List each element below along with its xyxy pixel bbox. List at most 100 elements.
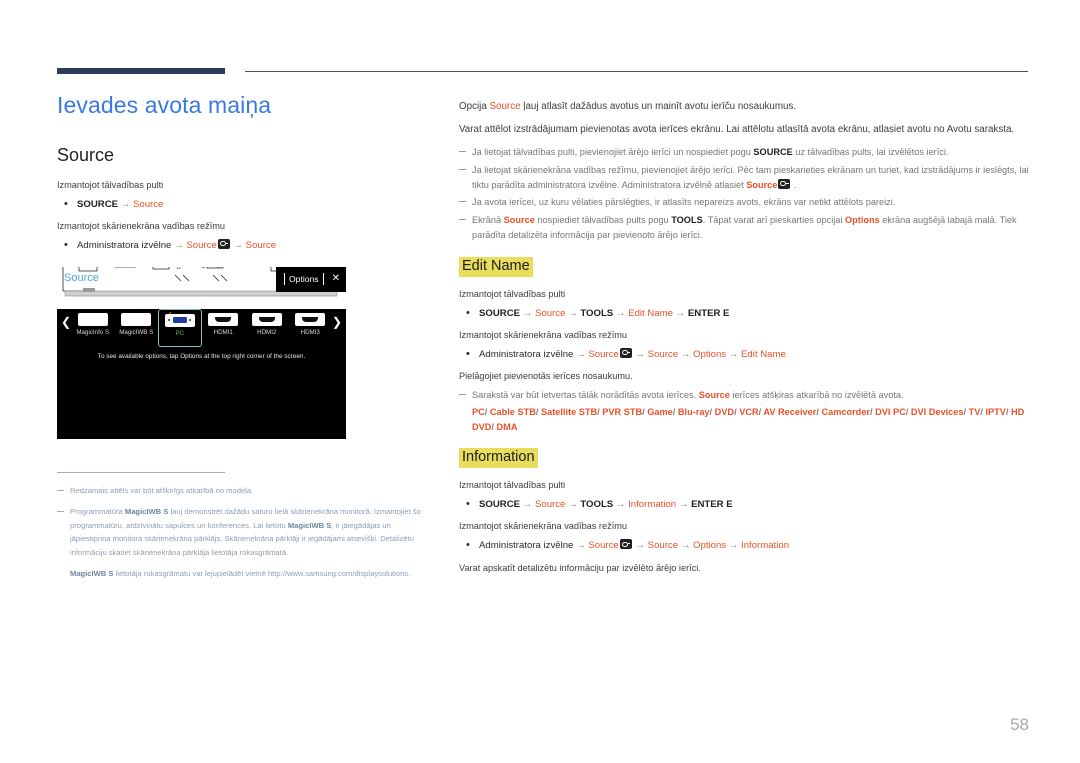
source-item-hdmi1[interactable]: HDMI1 — [202, 309, 246, 347]
device-name: PC — [472, 406, 485, 417]
information-touch-path-item: Administratora izvēlne → Source → Source… — [459, 537, 1029, 554]
device-name: DVI PC — [875, 406, 906, 417]
slash-sep: / — [734, 406, 737, 417]
path-step-source-1: Source — [186, 239, 217, 251]
page-number: 58 — [1010, 715, 1029, 734]
path-step-3: TOOLS — [580, 307, 614, 319]
footnote-item: Programmatūra MagicIWB S ļauj demonstrēt… — [57, 505, 432, 581]
source-screen-label: Source — [64, 271, 99, 284]
hdmi-port-icon — [208, 312, 239, 326]
chevron-right-icon[interactable]: ❯ — [332, 316, 342, 328]
path-step-5: Information — [741, 540, 790, 552]
arrow-icon: → — [120, 198, 131, 210]
source-item-hdmi2[interactable]: HDMI2 — [245, 309, 289, 347]
left-touch-label: Izmantojot skārienekrāna vadības režīmu — [57, 221, 226, 232]
left-remote-path-item: SOURCE → Source — [57, 196, 432, 213]
intro-paragraph-1: Opcija Source ļauj atlasīt dažādus avotu… — [459, 99, 1029, 115]
slash-sep: / — [869, 406, 873, 417]
left-remote-path-list: SOURCE → Source — [57, 196, 432, 213]
note-term-source: Source — [698, 390, 730, 401]
footnote-divider — [57, 471, 225, 473]
device-name: VCR — [739, 406, 759, 417]
header-rule-thick — [57, 68, 225, 74]
path-step-1: SOURCE — [479, 307, 521, 319]
arrow-icon: → — [635, 348, 645, 360]
source-item-magicinfo-s[interactable]: MagicInfo S — [71, 309, 115, 347]
slash-sep: / — [816, 406, 819, 417]
close-icon[interactable]: ✕ — [332, 274, 340, 284]
arrow-icon: → — [522, 498, 533, 510]
footnote-list: Redzamais attēls var būt atšķirīgs atkar… — [57, 484, 432, 581]
intro-note-item: Ja avota ierīcei, uz kuru vēlaties pārsl… — [459, 195, 1029, 210]
source-screen-preview-panel: D + -D Source Options ✕ — [57, 266, 346, 309]
source-item-magiciwb-s[interactable]: MagicIWB S — [115, 309, 159, 347]
device-name: DMA — [496, 421, 518, 432]
path-step-4: Information — [628, 498, 677, 510]
slash-sep: / — [1005, 406, 1009, 417]
section-edit-name: Edit Name Izmantojot tālvadības pulti SO… — [459, 257, 1029, 434]
slash-sep: / — [905, 406, 909, 417]
intro-p1-before: Opcija — [459, 101, 490, 112]
path-step-1: SOURCE — [479, 498, 521, 510]
footnote-item: Redzamais attēls var būt atšķirīgs atkar… — [57, 484, 432, 498]
document-page: Ievades avota maiņa Source Izmantojot tā… — [0, 0, 1080, 763]
path-step-2: Source — [588, 348, 619, 360]
device-name: PVR STB — [602, 406, 643, 417]
options-button[interactable]: Options — [283, 273, 324, 285]
information-remote-path-item: SOURCE → Source → TOOLS → Information → … — [459, 496, 1029, 513]
information-touch-label: Izmantojot skārienekrāna vadības režīmu — [459, 521, 628, 532]
path-step-5: Edit Name — [741, 348, 786, 360]
device-name: AV Receiver — [763, 406, 817, 417]
slash-sep: / — [535, 406, 539, 417]
slash-sep: / — [597, 406, 600, 417]
path-step-4: Options — [693, 348, 727, 360]
slash-sep: / — [491, 421, 494, 432]
path-step-2: Source — [534, 498, 566, 510]
source-item-pc[interactable]: ✓ PC — [158, 308, 202, 347]
arrow-icon: → — [728, 540, 739, 552]
source-badge-icon — [778, 178, 791, 189]
left-touch-path-item: Administratora izvēlne → Source → Source — [57, 237, 432, 254]
path-step-admin-menu: Administratora izvēlne — [77, 239, 172, 251]
header-rule-group — [57, 68, 1028, 76]
intro-note-item: Ja lietojat skārienekrāna vadības režīmu… — [459, 163, 1029, 193]
device-name: DVD — [714, 406, 735, 417]
device-name: TV — [968, 406, 981, 417]
footnote-text: Programmatūra MagicIWB S ļauj demonstrēt… — [70, 507, 421, 557]
source-item-label: HDMI2 — [257, 328, 277, 336]
source-input-strip: ❮ ❯ MagicInfo S MagicIWB S ✓ PC — [57, 308, 346, 347]
arrow-icon: → — [615, 498, 626, 510]
intro-note-item: Ekrānā Source nospiediet tālvadības pult… — [459, 213, 1029, 243]
slash-sep: / — [484, 406, 488, 417]
device-name: IPTV — [985, 406, 1006, 417]
path-step-3: Source — [647, 540, 679, 552]
path-step-source-2: Source — [245, 239, 277, 251]
path-step-3: TOOLS — [580, 498, 614, 510]
left-remote-label: Izmantojot tālvadības pulti — [57, 180, 164, 190]
source-item-label: HDMI1 — [213, 328, 233, 336]
information-remote-path-list: SOURCE → Source → TOOLS → Information → … — [459, 496, 1029, 513]
path-step-3: Source — [647, 348, 679, 360]
edit-name-remote-label: Izmantojot tālvadības pulti — [459, 288, 566, 299]
source-badge-icon — [217, 238, 230, 249]
arrow-icon: → — [576, 348, 586, 360]
source-badge-icon — [619, 347, 632, 358]
header-rule-thin — [245, 71, 1028, 72]
slash-sep: / — [709, 406, 713, 417]
edit-name-description: Pielāgojiet pievienotās ierīces nosaukum… — [459, 371, 633, 382]
slash-sep: / — [758, 406, 762, 417]
vga-port-icon — [164, 313, 195, 327]
path-step-2: Source — [588, 540, 619, 552]
chevron-left-icon[interactable]: ❮ — [61, 316, 71, 328]
edit-name-touch-path-item: Administratora izvēlne → Source → Source… — [459, 346, 1029, 363]
arrow-icon: → — [728, 348, 739, 360]
device-name: Blu-ray — [677, 406, 710, 417]
source-item-hdmi3[interactable]: HDMI3 — [289, 309, 333, 347]
edit-name-remote-path-list: SOURCE → Source → TOOLS → Edit Name → EN… — [459, 305, 1029, 322]
edit-name-touch-path-list: Administratora izvēlne → Source → Source… — [459, 346, 1029, 363]
source-input-items: MagicInfo S MagicIWB S ✓ PC HDMI1 — [71, 308, 333, 347]
device-name: Cable STB — [489, 406, 536, 417]
arrow-icon: → — [635, 540, 645, 552]
edit-name-touch-label: Izmantojot skārienekrāna vadības režīmu — [459, 330, 628, 341]
arrow-icon: → — [680, 348, 691, 360]
